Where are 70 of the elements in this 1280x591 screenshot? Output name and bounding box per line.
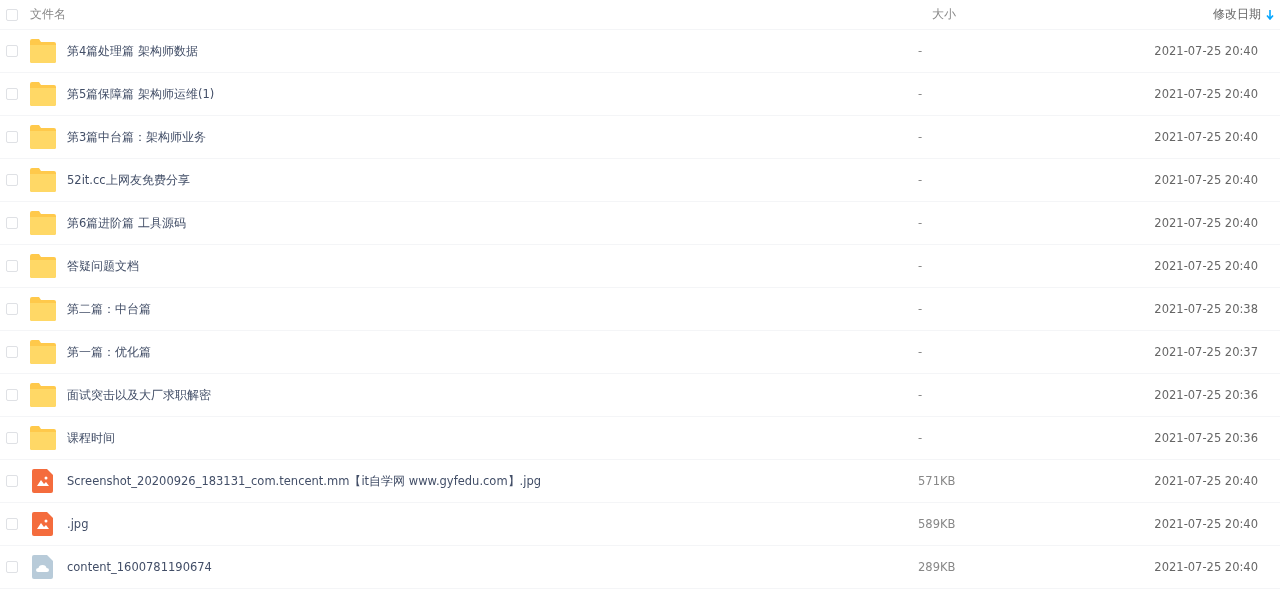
file-size: - [918, 130, 923, 144]
folder-icon [30, 426, 56, 450]
row-checkbox[interactable] [6, 303, 18, 315]
row-checkbox[interactable] [6, 174, 18, 186]
modified-date: 2021-07-25 20:40 [1154, 173, 1258, 187]
column-header[interactable]: 大小 [918, 7, 956, 22]
file-size: - [918, 388, 923, 402]
file-size: 289KB [918, 560, 956, 574]
folder-icon [30, 340, 56, 364]
folder-icon [30, 168, 56, 192]
file-name[interactable]: 面试突击以及大厂求职解密 [67, 387, 918, 403]
file-name[interactable]: 第3篇中台篇：架构师业务 [67, 129, 918, 145]
modified-date: 2021-07-25 20:40 [1154, 259, 1258, 273]
folder-icon [30, 254, 56, 278]
column-header[interactable]: 文件名 [30, 7, 66, 22]
file-name[interactable]: content_1600781190674 [67, 560, 918, 574]
file-size: 571KB [918, 474, 956, 488]
modified-date: 2021-07-25 20:40 [1154, 560, 1258, 574]
row-checkbox[interactable] [6, 518, 18, 530]
file-name[interactable]: 第二篇：中台篇 [67, 301, 918, 317]
file-size: - [918, 259, 923, 273]
file-name[interactable]: 课程时间 [67, 430, 918, 446]
select-all-checkbox[interactable] [6, 8, 18, 21]
modified-date: 2021-07-25 20:40 [1154, 44, 1258, 58]
file-size: - [918, 216, 923, 230]
file-size: - [918, 302, 923, 316]
folder-icon [30, 82, 56, 106]
row-checkbox[interactable] [6, 475, 18, 487]
file-name[interactable]: .jpg [67, 517, 918, 531]
row-checkbox[interactable] [6, 45, 18, 57]
file-name[interactable]: 答疑问题文档 [67, 258, 918, 274]
modified-date: 2021-07-25 20:40 [1154, 130, 1258, 144]
file-name[interactable]: 第4篇处理篇 架构师数据 [67, 43, 918, 59]
file-name[interactable]: 第6篇进阶篇 工具源码 [67, 215, 918, 231]
modified-date: 2021-07-25 20:36 [1154, 388, 1258, 402]
file-icon [30, 555, 56, 579]
file-size: - [918, 431, 923, 445]
sort-arrow-icon [1266, 9, 1274, 20]
folder-icon [30, 125, 56, 149]
image-file-icon [30, 512, 56, 536]
row-checkbox[interactable] [6, 260, 18, 272]
row-checkbox[interactable] [6, 346, 18, 358]
row-checkbox[interactable] [6, 88, 18, 100]
file-name[interactable]: Screenshot_20200926_183131_com.tencent.mm【it自学网 www.gyfedu.com】.jpg [67, 473, 918, 489]
row-checkbox[interactable] [6, 389, 18, 401]
file-size: - [918, 87, 923, 101]
modified-date: 2021-07-25 20:38 [1154, 302, 1258, 316]
row-checkbox[interactable] [6, 561, 18, 573]
folder-icon [30, 39, 56, 63]
file-name[interactable]: 52it.cc上网友免费分享 [67, 172, 918, 188]
row-checkbox[interactable] [6, 432, 18, 444]
modified-date: 2021-07-25 20:40 [1154, 517, 1258, 531]
column-header[interactable]: 修改日期 [1213, 7, 1274, 22]
file-size: - [918, 345, 923, 359]
folder-icon [30, 211, 56, 235]
modified-date: 2021-07-25 20:40 [1154, 87, 1258, 101]
file-size: 589KB [918, 517, 956, 531]
modified-date: 2021-07-25 20:40 [1154, 474, 1258, 488]
file-size: - [918, 173, 923, 187]
folder-icon [30, 383, 56, 407]
file-name[interactable]: 第5篇保障篇 架构师运维(1) [67, 86, 918, 102]
modified-date: 2021-07-25 20:40 [1154, 216, 1258, 230]
row-checkbox[interactable] [6, 217, 18, 229]
folder-icon [30, 297, 56, 321]
modified-date: 2021-07-25 20:36 [1154, 431, 1258, 445]
image-file-icon [30, 469, 56, 493]
file-name[interactable]: 第一篇：优化篇 [67, 344, 918, 360]
file-size: - [918, 44, 923, 58]
row-checkbox[interactable] [6, 131, 18, 143]
modified-date: 2021-07-25 20:37 [1154, 345, 1258, 359]
